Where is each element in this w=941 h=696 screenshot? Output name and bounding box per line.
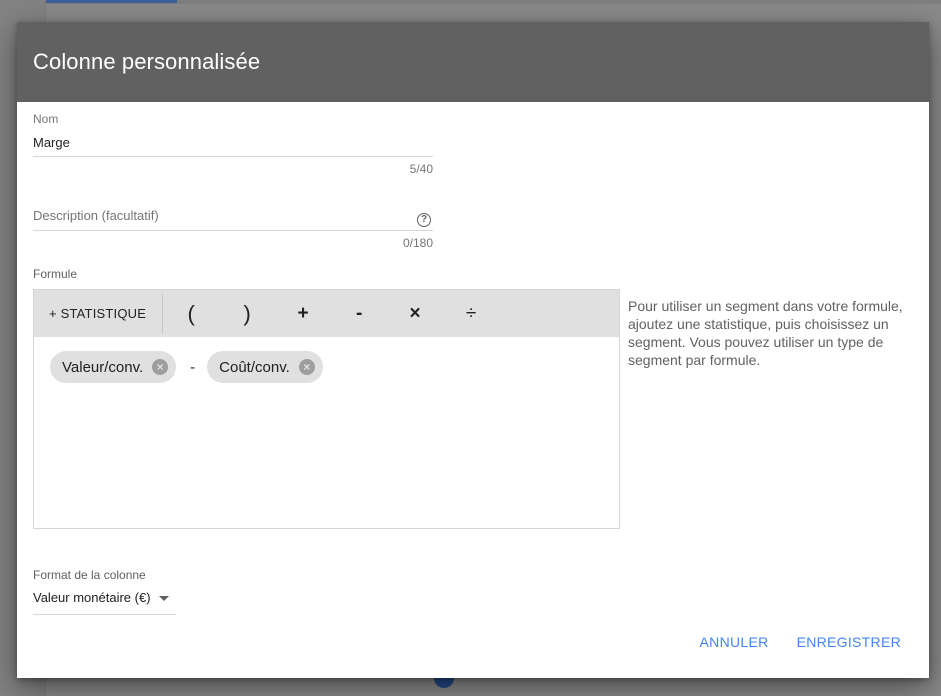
- name-field-label: Nom: [33, 112, 59, 126]
- description-input[interactable]: Description (facultatif): [33, 208, 433, 230]
- formula-toolbar: + STATISTIQUE ( ) + - × ÷: [34, 290, 619, 337]
- dialog-actions: ANNULER ENREGISTRER: [700, 634, 901, 650]
- name-char-counter: 5/40: [409, 162, 433, 176]
- description-char-counter: 0/180: [402, 236, 433, 250]
- minus-button[interactable]: -: [331, 303, 387, 325]
- custom-column-dialog: Colonne personnalisée Nom Marge 5/40 Des…: [17, 22, 929, 678]
- remove-chip-icon[interactable]: ×: [298, 359, 315, 375]
- add-statistic-button[interactable]: + STATISTIQUE: [34, 293, 164, 334]
- multiply-button[interactable]: ×: [387, 303, 443, 325]
- background-top-bar: [46, 0, 941, 4]
- name-underline: [33, 156, 433, 157]
- formula-chip-value-per-conv[interactable]: Valeur/conv. ×: [50, 351, 177, 383]
- background-tab-indicator: [46, 0, 177, 3]
- dialog-header: Colonne personnalisée: [17, 22, 929, 102]
- save-button[interactable]: ENREGISTRER: [797, 634, 901, 650]
- cancel-button[interactable]: ANNULER: [700, 634, 769, 650]
- column-format-value: Valeur monétaire (€): [33, 590, 151, 605]
- plus-button[interactable]: +: [275, 303, 331, 325]
- formula-tokens: Valeur/conv. × - Coût/conv. ×: [34, 337, 619, 383]
- dialog-title: Colonne personnalisée: [33, 49, 261, 74]
- divide-button[interactable]: ÷: [443, 303, 499, 325]
- column-format-label: Format de la colonne: [33, 568, 146, 582]
- help-circle-icon[interactable]: ?: [417, 213, 431, 227]
- description-field[interactable]: Description (facultatif) ? 0/180: [33, 208, 433, 250]
- chip-label: Valeur/conv.: [62, 358, 144, 376]
- close-paren-button[interactable]: ): [219, 301, 275, 327]
- remove-chip-icon[interactable]: ×: [152, 359, 169, 375]
- formula-operator: -: [190, 358, 196, 376]
- column-format-dropdown[interactable]: Valeur monétaire (€): [33, 590, 176, 615]
- name-field[interactable]: Nom Marge 5/40: [33, 112, 433, 176]
- formula-editor[interactable]: + STATISTIQUE ( ) + - × ÷ Valeur/conv. ×…: [33, 289, 620, 529]
- formula-label: Formule: [33, 267, 78, 281]
- description-underline: [33, 230, 433, 231]
- chip-label: Coût/conv.: [219, 358, 290, 376]
- open-paren-button[interactable]: (: [163, 301, 219, 327]
- formula-chip-cost-per-conv[interactable]: Coût/conv. ×: [207, 351, 323, 383]
- chevron-down-icon: [158, 596, 169, 601]
- formula-help-text: Pour utiliser un segment dans votre form…: [628, 298, 903, 368]
- name-input[interactable]: Marge: [33, 135, 433, 156]
